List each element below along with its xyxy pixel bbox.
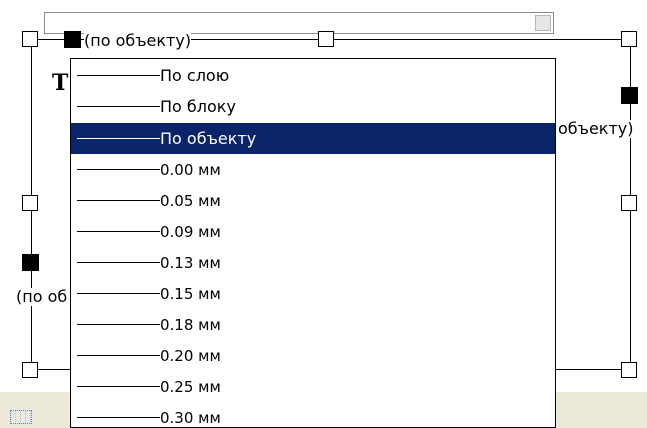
- option-by-block[interactable]: По блоку: [71, 91, 555, 122]
- grip-left-middle[interactable]: [22, 195, 38, 211]
- grip-right-middle[interactable]: [621, 195, 637, 211]
- line-sample: [77, 386, 160, 387]
- frame-label-right: объекту): [556, 119, 634, 138]
- line-sample: [77, 75, 160, 76]
- grip-bottom-left[interactable]: [22, 362, 38, 378]
- option-label: По блоку: [160, 97, 236, 116]
- grip-top-left[interactable]: [22, 31, 38, 47]
- text-object-glyph: T: [52, 70, 69, 96]
- grip-right-filled[interactable]: [621, 87, 638, 104]
- option-label: 0.20 мм: [160, 346, 221, 365]
- grip-bottom-right[interactable]: [621, 362, 637, 378]
- line-sample: [77, 355, 160, 356]
- option-0-18-mm[interactable]: 0.18 мм: [71, 309, 555, 340]
- option-label: 0.09 мм: [160, 222, 221, 241]
- option-label: 0.05 мм: [160, 191, 221, 210]
- option-0-20-mm[interactable]: 0.20 мм: [71, 340, 555, 371]
- option-label: По объекту: [160, 129, 257, 148]
- option-0-00-mm[interactable]: 0.00 мм: [71, 154, 555, 185]
- line-sample: [77, 262, 160, 263]
- option-0-05-mm[interactable]: 0.05 мм: [71, 185, 555, 216]
- line-sample: [77, 106, 160, 107]
- line-sample: [77, 324, 160, 325]
- lineweight-dropdown-list[interactable]: По слою По блоку По объекту 0.00 мм 0.05…: [70, 58, 556, 428]
- option-0-13-mm[interactable]: 0.13 мм: [71, 247, 555, 278]
- option-label: 0.25 мм: [160, 377, 221, 396]
- option-label: 0.30 мм: [160, 408, 221, 427]
- line-sample: [77, 231, 160, 232]
- line-sample: [77, 200, 160, 201]
- option-0-15-mm[interactable]: 0.15 мм: [71, 278, 555, 309]
- frame-label-top: (по объекту): [84, 31, 192, 50]
- frame-label-left: (по об: [16, 287, 68, 306]
- line-sample: [77, 293, 160, 294]
- line-sample: [77, 417, 160, 418]
- option-label: По слою: [160, 66, 230, 85]
- grid-icon[interactable]: [10, 410, 32, 424]
- grip-top-right[interactable]: [621, 31, 637, 47]
- option-label: 0.13 мм: [160, 253, 221, 272]
- top-combo-arrow-button[interactable]: [535, 15, 551, 31]
- option-label: 0.15 мм: [160, 284, 221, 303]
- line-sample: [77, 169, 160, 170]
- option-0-09-mm[interactable]: 0.09 мм: [71, 216, 555, 247]
- line-sample: [77, 138, 160, 139]
- grip-left-filled[interactable]: [22, 254, 39, 271]
- option-0-30-mm[interactable]: 0.30 мм: [71, 402, 555, 427]
- option-by-object[interactable]: По объекту: [71, 123, 555, 154]
- option-by-layer[interactable]: По слою: [71, 60, 555, 91]
- option-label: 0.18 мм: [160, 315, 221, 334]
- option-label: 0.00 мм: [160, 160, 221, 179]
- grip-top-middle[interactable]: [318, 31, 334, 47]
- option-0-25-mm[interactable]: 0.25 мм: [71, 371, 555, 402]
- grip-top-left-filled[interactable]: [64, 31, 81, 48]
